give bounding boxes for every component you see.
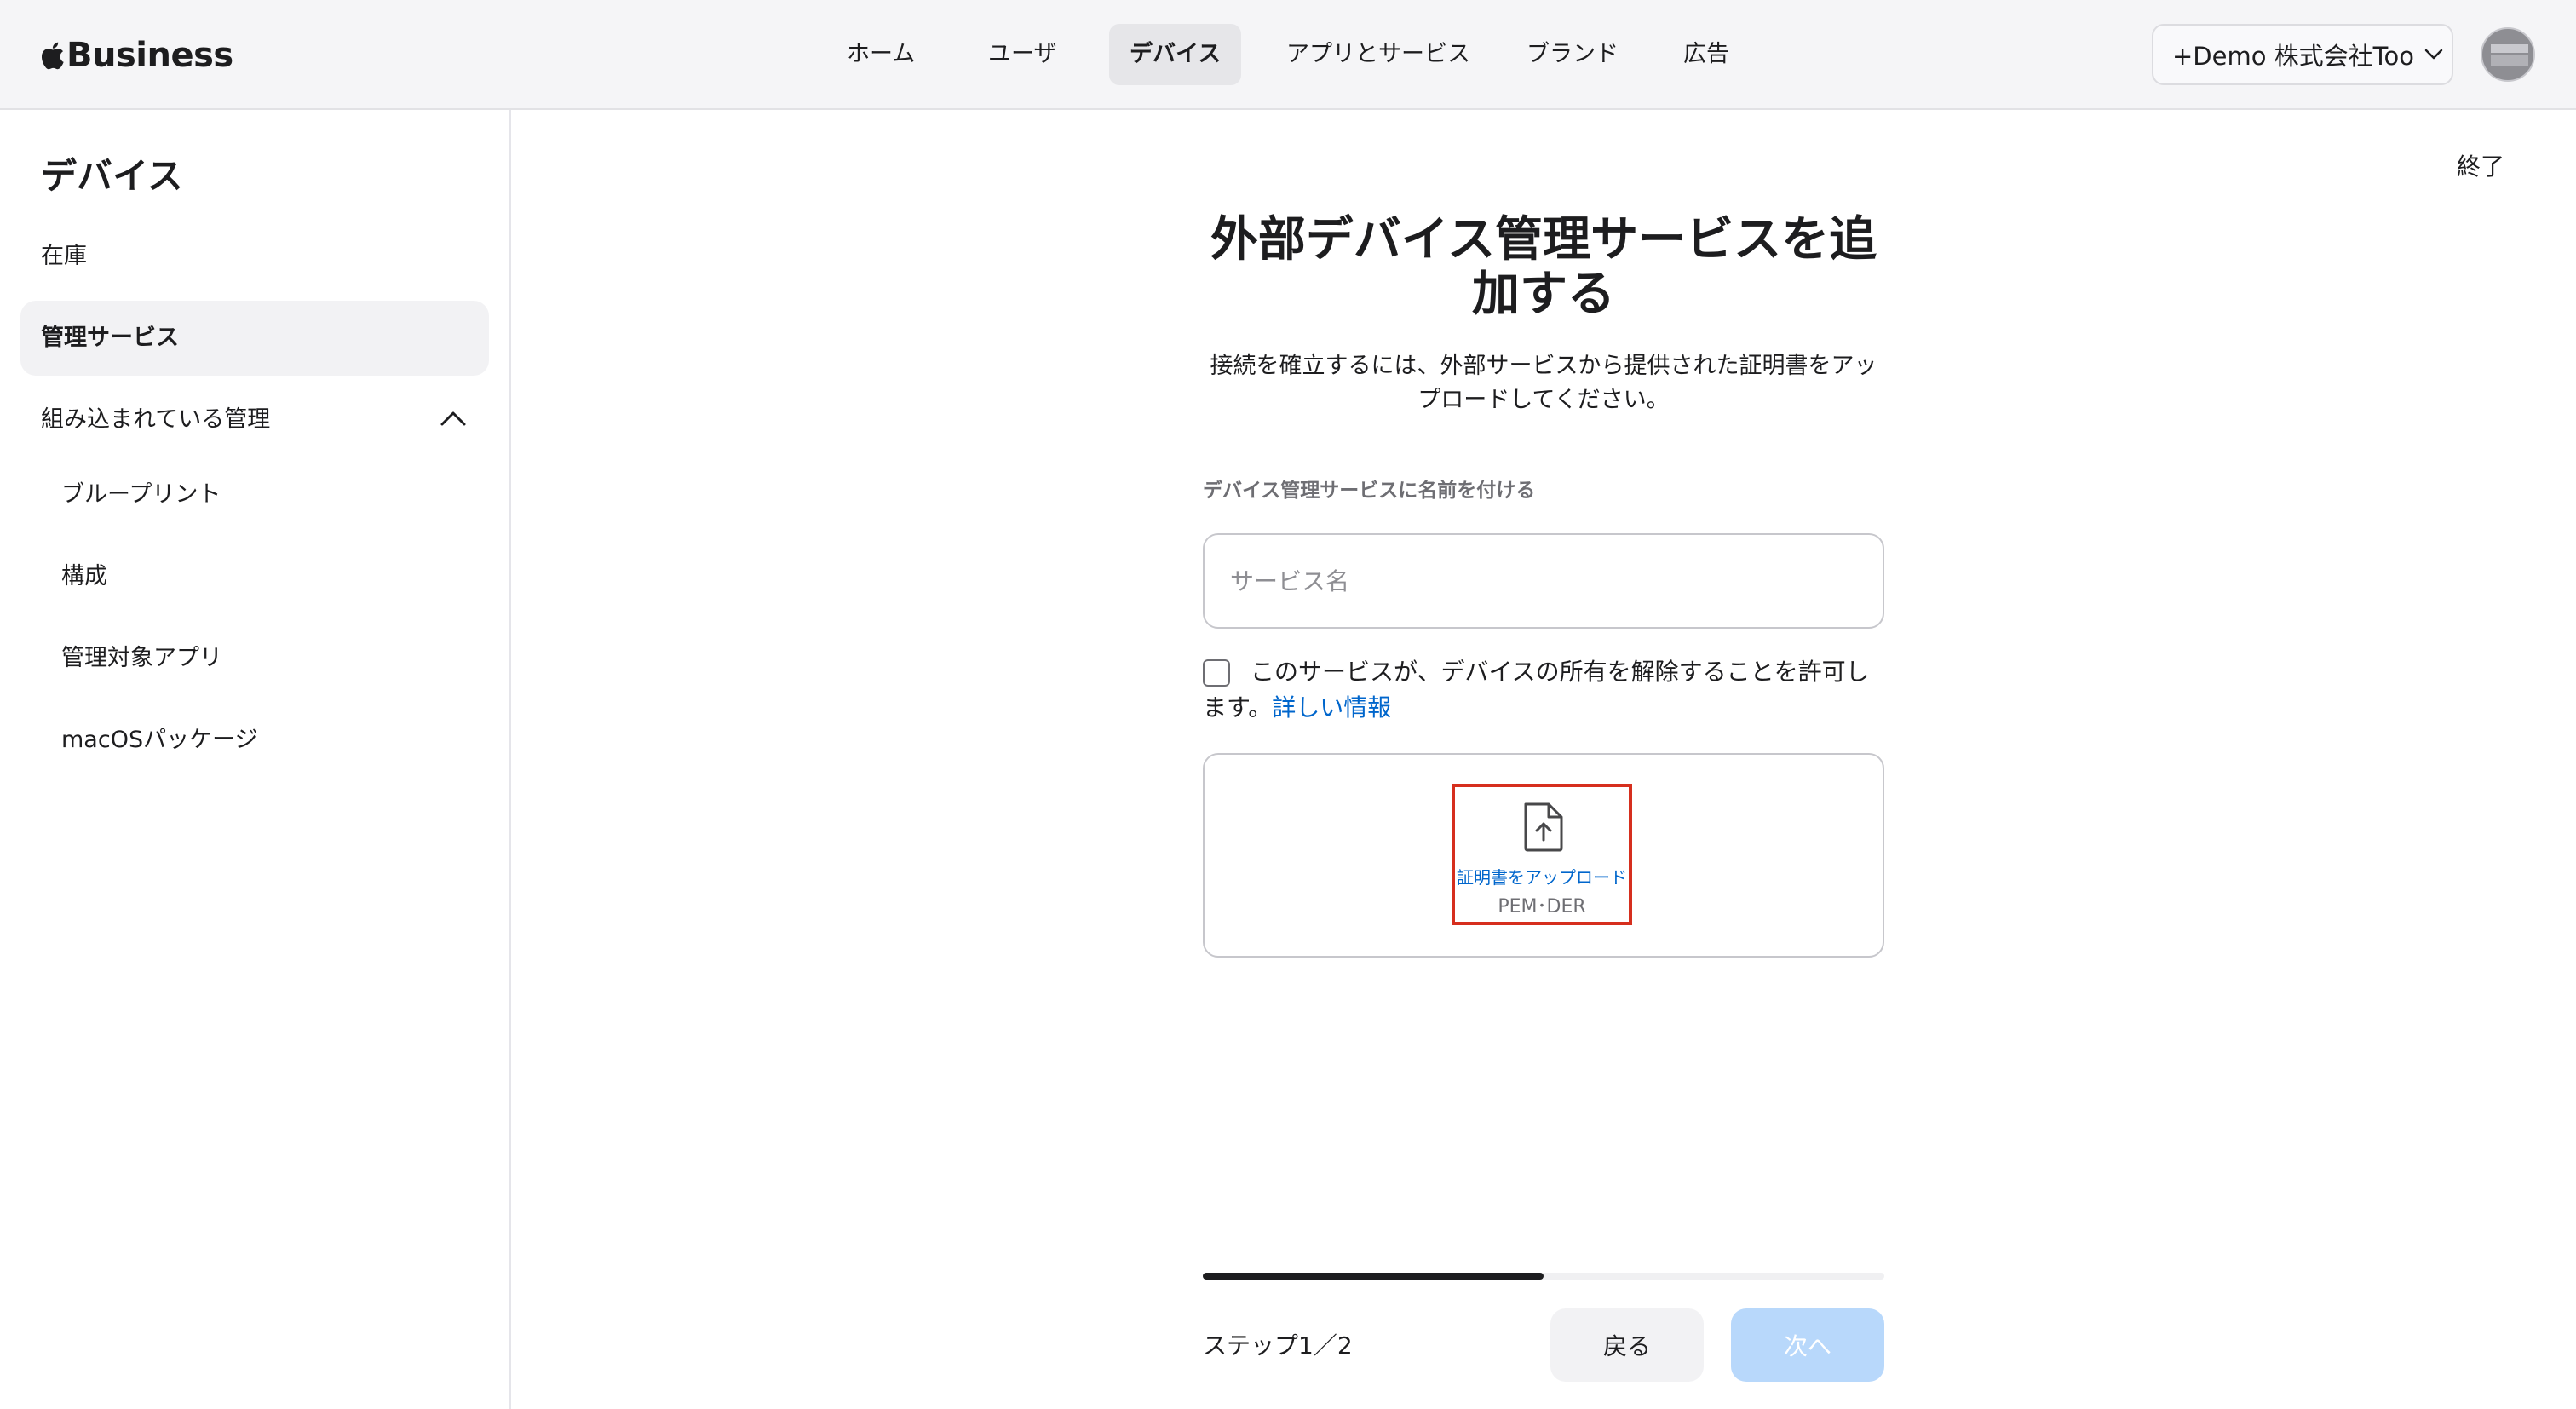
step-indicator: ステップ1／2 bbox=[1203, 1331, 1353, 1360]
nav-item-apps-services[interactable]: アプリとサービス bbox=[1266, 24, 1491, 85]
nav-item-ads[interactable]: 広告 bbox=[1663, 24, 1750, 85]
allow-release-checkbox[interactable] bbox=[1203, 659, 1230, 687]
nav-item-home[interactable]: ホーム bbox=[826, 24, 935, 85]
sidebar-item-managed-apps[interactable]: 管理対象アプリ bbox=[20, 621, 489, 696]
finish-link[interactable]: 終了 bbox=[2457, 148, 2504, 182]
sidebar-item-inventory[interactable]: 在庫 bbox=[20, 219, 489, 294]
chevron-up-icon[interactable] bbox=[440, 410, 467, 427]
page-title: 外部デバイス管理サービスを追加する bbox=[1210, 212, 1877, 322]
avatar-image-part bbox=[2491, 44, 2528, 53]
brand-name: Business bbox=[66, 36, 233, 75]
sidebar-item-management-services[interactable]: 管理サービス bbox=[20, 301, 489, 376]
apple-logo-icon bbox=[41, 42, 64, 70]
page-subtitle: 接続を確立するには、外部サービスから提供された証明書をアップロードしてください。 bbox=[1210, 353, 1877, 413]
file-upload-icon bbox=[1524, 802, 1563, 852]
avatar-image-part bbox=[2491, 55, 2528, 66]
progress-bar bbox=[1203, 1273, 1884, 1280]
sidebar-item-label: 組み込まれている管理 bbox=[41, 406, 271, 433]
sidebar-item-blueprints[interactable]: ブループリント bbox=[20, 457, 489, 532]
sidebar-item-configurations[interactable]: 構成 bbox=[20, 539, 489, 614]
top-bar: Business ホーム ユーザ デバイス アプリとサービス ブランド 広告 +… bbox=[0, 0, 2576, 110]
progress-fill bbox=[1203, 1273, 1544, 1280]
nav-item-devices[interactable]: デバイス bbox=[1109, 24, 1242, 85]
upload-certificate-label: 証明書をアップロード bbox=[1457, 867, 1627, 888]
avatar[interactable] bbox=[2481, 27, 2535, 82]
upload-formats: PEM･DER bbox=[1498, 896, 1586, 917]
chevron-down-icon bbox=[2424, 49, 2443, 60]
service-name-input[interactable] bbox=[1203, 533, 1884, 629]
nav-item-brand[interactable]: ブランド bbox=[1506, 24, 1639, 85]
organization-name: +Demo 株式会社Too bbox=[2172, 42, 2414, 71]
apple-business-logo[interactable]: Business bbox=[39, 32, 233, 78]
learn-more-link[interactable]: 詳しい情報 bbox=[1272, 693, 1391, 722]
sidebar-title: デバイス bbox=[41, 155, 183, 197]
sidebar-item-built-in-management[interactable]: 組み込まれている管理 bbox=[20, 382, 489, 457]
next-button[interactable]: 次へ bbox=[1731, 1308, 1884, 1382]
organization-selector[interactable]: +Demo 株式会社Too bbox=[2152, 24, 2453, 85]
service-name-label: デバイス管理サービスに名前を付ける bbox=[1203, 480, 1536, 502]
nav-item-users[interactable]: ユーザ bbox=[968, 24, 1077, 85]
sidebar-item-macos-packages[interactable]: macOSパッケージ bbox=[20, 703, 489, 778]
upload-certificate-button[interactable]: 証明書をアップロード PEM･DER bbox=[1452, 784, 1632, 925]
sidebar: デバイス 在庫 管理サービス 組み込まれている管理 ブループリント 構成 管理対… bbox=[0, 110, 511, 1409]
allow-release-text: このサービスが、デバイスの所有を解除することを許可します。詳しい情報 bbox=[1203, 654, 1884, 726]
back-button[interactable]: 戻る bbox=[1550, 1308, 1704, 1382]
